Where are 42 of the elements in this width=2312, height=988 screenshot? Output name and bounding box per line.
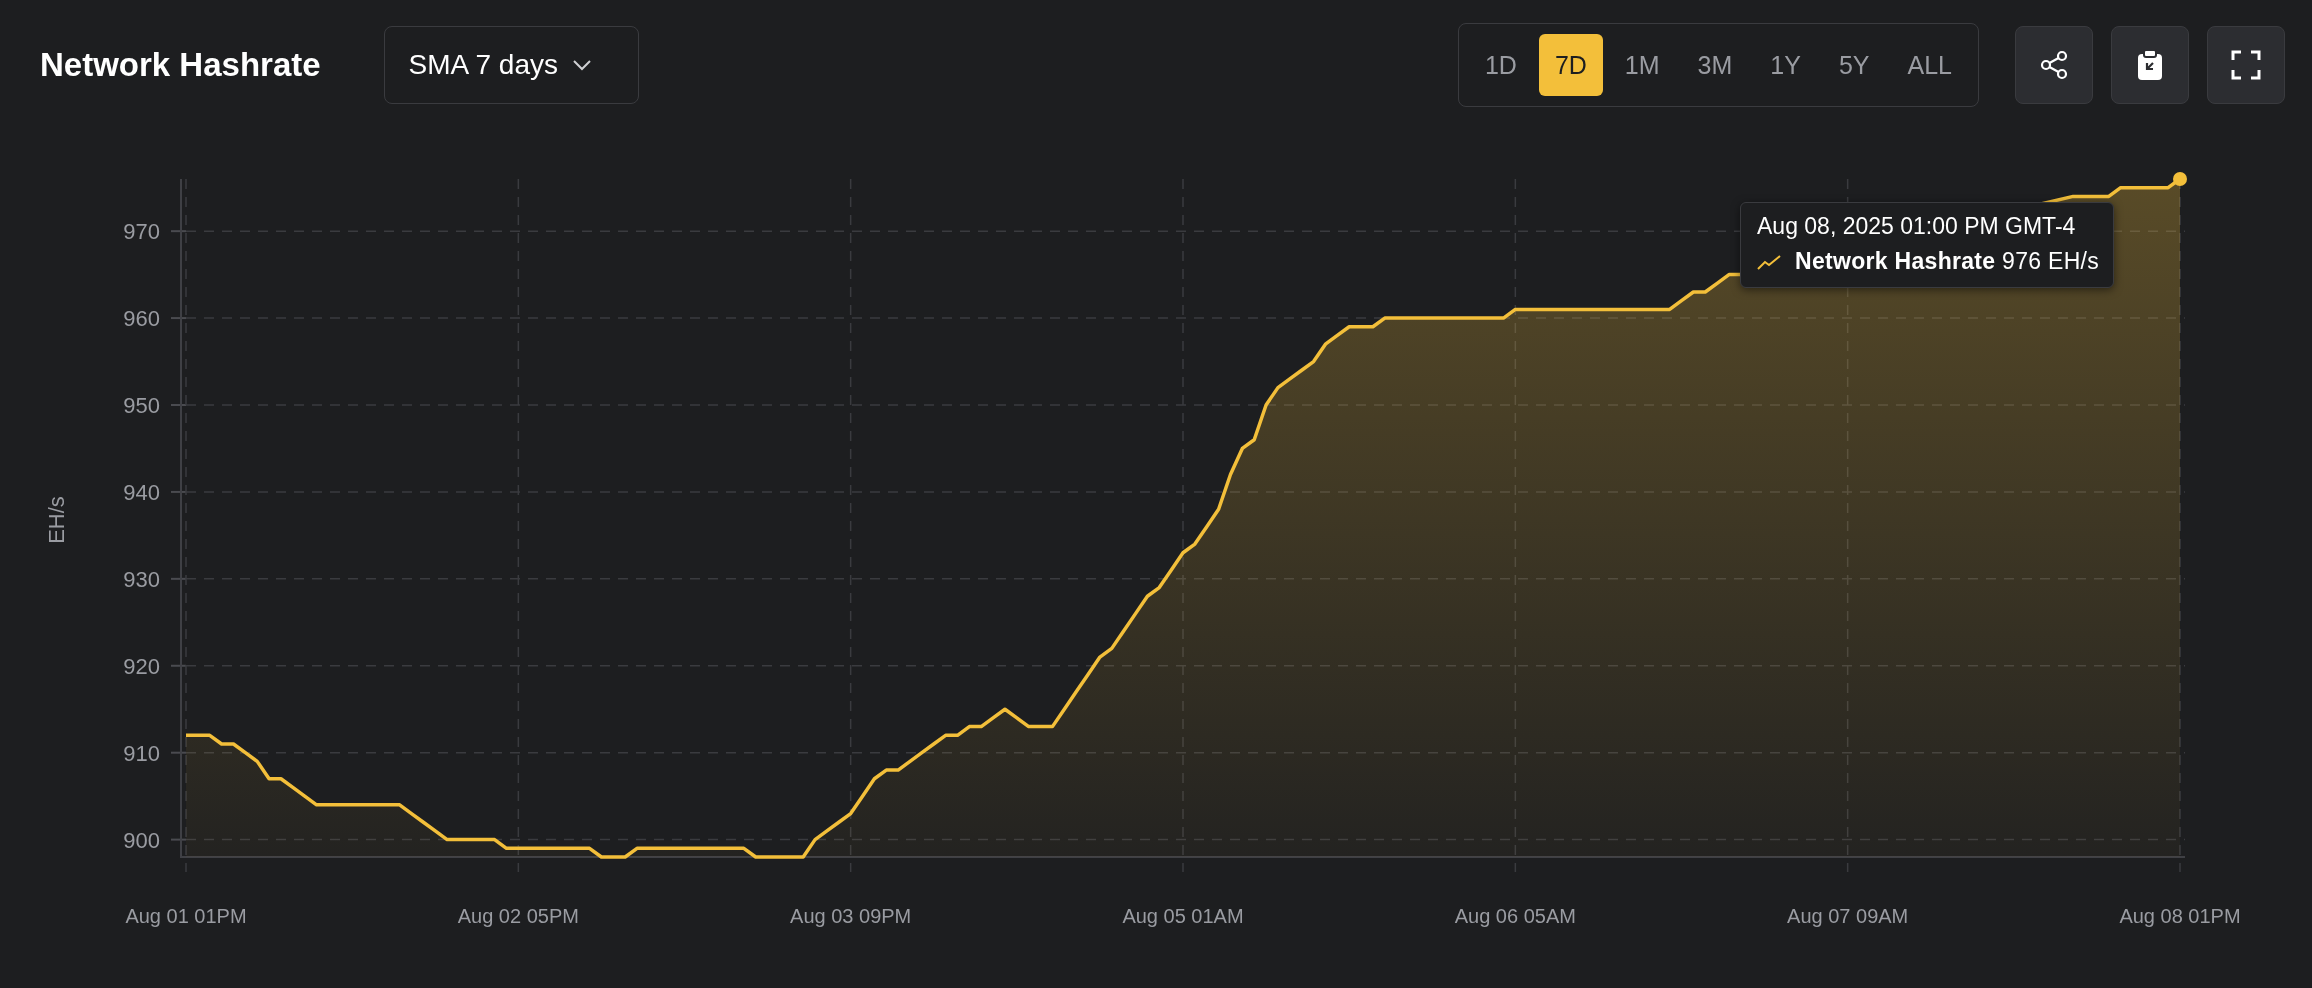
- y-axis-label: EH/s: [44, 496, 69, 544]
- range-tab[interactable]: ALL: [1891, 34, 1968, 96]
- tick-mark: [170, 577, 187, 580]
- y-tick-label: 940: [123, 479, 160, 505]
- fullscreen-icon: [2231, 50, 2261, 80]
- fullscreen-button[interactable]: [2207, 26, 2285, 104]
- y-tick-label: 950: [123, 393, 160, 418]
- share-button[interactable]: [2015, 26, 2093, 104]
- range-tab[interactable]: 1D: [1468, 34, 1533, 96]
- range-tab[interactable]: 1Y: [1754, 34, 1817, 96]
- tooltip-date: Aug 08, 2025 01:00 PM GMT-4: [1757, 213, 2077, 240]
- tick-mark: [170, 490, 187, 493]
- data-point: [2173, 172, 2187, 186]
- x-tick-label: Aug 05 01AM: [1122, 905, 1244, 927]
- chevron-down-icon: [572, 59, 592, 71]
- tick-mark: [170, 230, 187, 233]
- x-tick-label: Aug 02 05PM: [457, 905, 579, 927]
- clipboard-button[interactable]: [2111, 26, 2189, 104]
- y-tick-label: 930: [123, 566, 160, 592]
- x-tick-label: Aug 01 01PM: [125, 905, 247, 927]
- tick-mark: [170, 664, 187, 667]
- share-icon: [2039, 50, 2069, 80]
- tick-mark: [170, 404, 187, 406]
- y-tick-label: 910: [123, 740, 160, 766]
- y-tick-label: 920: [123, 653, 160, 679]
- range-tab[interactable]: 7D: [1538, 34, 1603, 96]
- y-tick-label: 970: [123, 219, 160, 245]
- x-tick-label: Aug 03 09PM: [790, 905, 912, 927]
- clipboard-icon: [2136, 49, 2164, 81]
- average-dropdown[interactable]: SMA 7 days: [383, 26, 639, 104]
- y-tick-label: 960: [123, 306, 160, 332]
- range-tab[interactable]: 5Y: [1822, 34, 1886, 96]
- range-tab[interactable]: 1M: [1608, 34, 1676, 96]
- trend-line-icon: [1757, 253, 1781, 270]
- x-tick-label: Aug 07 09AM: [1787, 905, 1909, 927]
- x-tick-label: Aug 08 01PM: [2119, 905, 2241, 927]
- chart-title: Network Hashrate: [40, 46, 321, 84]
- x-tick-label: Aug 06 05AM: [1454, 905, 1576, 927]
- y-tick-label: 900: [123, 827, 160, 853]
- tick-mark: [170, 317, 187, 320]
- tooltip-value: Network Hashrate 976 EH/s: [1795, 248, 2100, 275]
- range-tab[interactable]: 3M: [1681, 34, 1749, 96]
